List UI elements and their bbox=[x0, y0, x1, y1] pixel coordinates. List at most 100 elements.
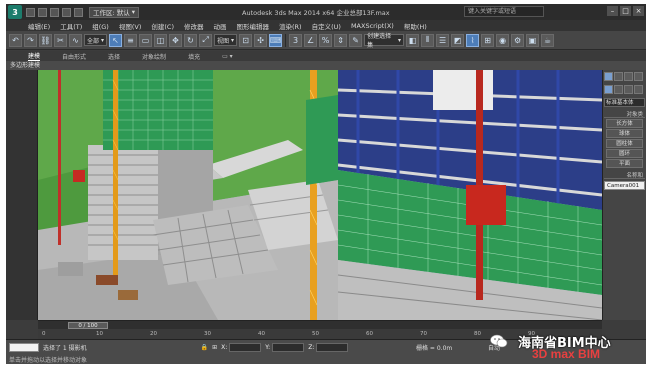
rotate-icon[interactable]: ↻ bbox=[184, 33, 198, 47]
render-production-icon[interactable]: ☕ bbox=[541, 33, 555, 47]
rendered-frame-icon[interactable]: ▣ bbox=[526, 33, 540, 47]
align-icon[interactable]: ⫴ bbox=[421, 33, 435, 47]
tick-label: 50 bbox=[312, 331, 319, 337]
tick-label: 0 bbox=[42, 331, 46, 337]
select-object-icon[interactable]: ↖ bbox=[109, 33, 123, 47]
menu-item-modifiers[interactable]: 修改器 bbox=[184, 21, 204, 31]
lights-icon[interactable] bbox=[624, 85, 633, 94]
x-field[interactable] bbox=[229, 343, 262, 352]
material-pallet bbox=[96, 275, 118, 285]
motion-tab-icon[interactable] bbox=[634, 72, 643, 81]
x-coordinate: X: bbox=[221, 343, 262, 352]
menu-item-customize[interactable]: 自定义(U) bbox=[312, 21, 341, 31]
move-icon[interactable]: ✥ bbox=[169, 33, 183, 47]
tick-label: 60 bbox=[366, 331, 373, 337]
workspace-dropdown[interactable]: 工作区: 默认 ▾ bbox=[89, 6, 140, 18]
menu-item-views[interactable]: 视图(V) bbox=[119, 21, 142, 31]
perspective-viewport[interactable] bbox=[38, 70, 602, 320]
plane-button[interactable]: 平面 bbox=[606, 159, 643, 168]
menu-item-maxscript[interactable]: MAXScript(X) bbox=[351, 22, 394, 30]
save-icon[interactable] bbox=[50, 7, 59, 17]
name-color-rollout[interactable]: 名称和 bbox=[604, 171, 645, 179]
create-category-tabs bbox=[603, 83, 646, 96]
create-tab-icon[interactable] bbox=[604, 72, 613, 81]
named-selection-dropdown[interactable]: 创建选择集 ▾ bbox=[364, 33, 405, 49]
pivot-center-icon[interactable]: ⊡ bbox=[239, 33, 253, 47]
open-icon[interactable] bbox=[38, 7, 47, 17]
menu-item-graph-editors[interactable]: 图形编辑器 bbox=[237, 21, 270, 31]
rectangular-selection-icon[interactable]: ▭ bbox=[139, 33, 153, 47]
bind-space-warp-icon[interactable]: ∿ bbox=[69, 33, 82, 47]
tab-object-paint[interactable]: 对象绘制 bbox=[142, 52, 166, 61]
polygon-modeling-bar[interactable]: 多边形建模 bbox=[6, 61, 646, 70]
menu-item-edit[interactable]: 编辑(E) bbox=[28, 21, 50, 31]
primitive-category-dropdown[interactable]: 标准基本体 bbox=[604, 98, 645, 107]
redo-icon[interactable] bbox=[74, 7, 83, 17]
select-by-name-icon[interactable]: ≡ bbox=[124, 33, 138, 47]
cylinder-button[interactable]: 圆柱体 bbox=[606, 139, 643, 148]
select-manipulate-icon[interactable]: ✣ bbox=[254, 33, 268, 47]
spinner-snap-icon[interactable]: ⇕ bbox=[334, 33, 348, 47]
menu-item-animation[interactable]: 动画 bbox=[214, 21, 227, 31]
y-field[interactable] bbox=[272, 343, 305, 352]
maxscript-listener[interactable] bbox=[9, 343, 39, 352]
percent-snap-icon[interactable]: % bbox=[319, 33, 333, 47]
angle-snap-icon[interactable]: ∠ bbox=[304, 33, 318, 47]
render-setup-icon[interactable]: ⚙ bbox=[511, 33, 525, 47]
y-label: Y: bbox=[265, 344, 271, 351]
menu-item-rendering[interactable]: 渲染(R) bbox=[279, 21, 302, 31]
mirror-icon[interactable]: ◧ bbox=[406, 33, 420, 47]
material-editor-icon[interactable]: ◉ bbox=[496, 33, 510, 47]
time-slider-thumb[interactable]: 0 / 100 bbox=[68, 322, 108, 329]
shapes-icon[interactable] bbox=[614, 85, 623, 94]
edit-named-selection-icon[interactable]: ✎ bbox=[349, 33, 363, 47]
unlink-icon[interactable]: ✂ bbox=[54, 33, 67, 47]
z-field[interactable] bbox=[316, 343, 349, 352]
selection-filter-dropdown[interactable]: 全部 ▾ bbox=[84, 34, 108, 46]
geometry-icon[interactable] bbox=[604, 85, 613, 94]
object-name-field[interactable]: Camera001 bbox=[604, 181, 645, 190]
tab-freeform[interactable]: 自由形式 bbox=[62, 52, 86, 61]
reference-coordinate-dropdown[interactable]: 视图 ▾ bbox=[214, 34, 238, 46]
modify-tab-icon[interactable] bbox=[614, 72, 623, 81]
layer-manager-icon[interactable]: ☰ bbox=[436, 33, 450, 47]
menu-item-help[interactable]: 帮助(H) bbox=[404, 21, 427, 31]
search-input[interactable]: 键入关键字或短语 bbox=[464, 6, 544, 17]
redo-icon[interactable]: ↷ bbox=[24, 33, 37, 47]
minimize-icon[interactable]: – bbox=[607, 6, 618, 16]
menu-item-group[interactable]: 组(G) bbox=[92, 21, 109, 31]
box-button[interactable]: 长方体 bbox=[606, 119, 643, 128]
cameras-icon[interactable] bbox=[634, 85, 643, 94]
hierarchy-tab-icon[interactable] bbox=[624, 72, 633, 81]
window-crossing-icon[interactable]: ◫ bbox=[154, 33, 168, 47]
new-icon[interactable] bbox=[26, 7, 35, 17]
undo-icon[interactable] bbox=[62, 7, 71, 17]
tick-label: 80 bbox=[474, 331, 481, 337]
app-logo-icon[interactable]: 3 bbox=[8, 5, 22, 19]
tab-populate[interactable]: 填充 bbox=[188, 52, 200, 61]
time-slider[interactable]: 0 / 100 bbox=[38, 320, 602, 329]
snaps-toggle-icon[interactable]: 3 bbox=[289, 33, 303, 47]
sphere-button[interactable]: 球体 bbox=[606, 129, 643, 138]
ribbon-options-icon[interactable]: ▭ ▾ bbox=[222, 53, 233, 60]
absolute-mode-icon[interactable]: ⊞ bbox=[212, 344, 217, 351]
object-type-rollout[interactable]: 对象类 bbox=[604, 110, 645, 118]
graphite-panel bbox=[6, 70, 38, 320]
torus-button[interactable]: 圆环 bbox=[606, 149, 643, 158]
menu-item-tools[interactable]: 工具(T) bbox=[60, 21, 82, 31]
graphite-toggle-icon[interactable]: ◩ bbox=[451, 33, 465, 47]
schematic-view-icon[interactable]: ⊞ bbox=[481, 33, 495, 47]
curve-editor-icon[interactable]: ⌇ bbox=[466, 33, 480, 47]
scale-icon[interactable]: ⤢ bbox=[199, 33, 213, 47]
undo-icon[interactable]: ↶ bbox=[9, 33, 22, 47]
maximize-icon[interactable]: □ bbox=[620, 6, 631, 16]
tab-selection[interactable]: 选择 bbox=[108, 52, 120, 61]
tab-modeling[interactable]: 建模 bbox=[28, 51, 41, 61]
keyboard-shortcut-icon[interactable]: ⌨ bbox=[269, 33, 283, 47]
safety-net bbox=[306, 95, 338, 185]
yellow-crane-left bbox=[112, 70, 119, 280]
lock-icon[interactable]: 🔒 bbox=[201, 344, 208, 351]
link-icon[interactable]: ⛓ bbox=[39, 33, 52, 47]
menu-item-create[interactable]: 创建(C) bbox=[151, 21, 174, 31]
close-icon[interactable]: × bbox=[633, 6, 644, 16]
